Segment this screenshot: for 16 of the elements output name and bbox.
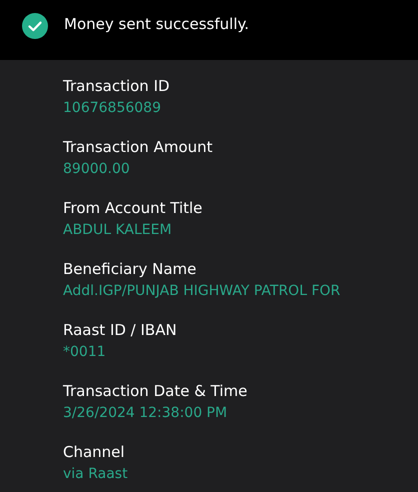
field-label: Transaction Date & Time — [63, 381, 248, 402]
field-label: Raast ID / IBAN — [63, 320, 177, 341]
field-value: 89000.00 — [63, 160, 130, 179]
field-value: *0011 — [63, 343, 106, 362]
field-label: Transaction ID — [63, 76, 170, 97]
field-value: 10676856089 — [63, 99, 161, 118]
field-label: Beneficiary Name — [63, 259, 196, 280]
field-value: ABDUL KALEEM — [63, 221, 172, 240]
field-label: Channel — [63, 442, 125, 463]
field-value: 3/26/2024 12:38:00 PM — [63, 404, 228, 423]
field-value: via Raast — [63, 465, 128, 484]
success-message: Money sent successfully. — [64, 14, 250, 34]
field-label: From Account Title — [63, 198, 202, 219]
field-value: Addl.IGP/PUNJAB HIGHWAY PATROL FOR — [63, 282, 340, 301]
field-label: Transaction Amount — [63, 137, 213, 158]
check-circle-icon — [22, 13, 48, 39]
